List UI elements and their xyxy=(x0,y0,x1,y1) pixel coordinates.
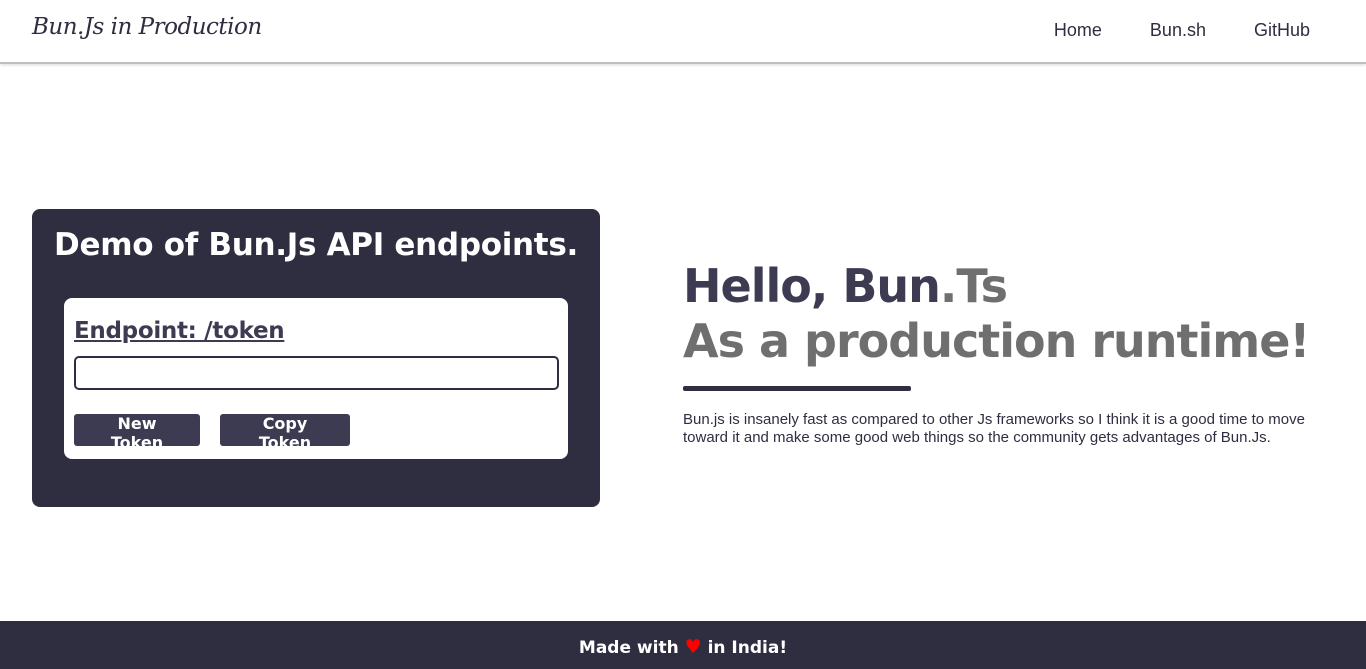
new-token-button[interactable]: New Token xyxy=(74,414,200,452)
demo-title: Demo of Bun.Js API endpoints. xyxy=(54,227,578,263)
copy-token-button[interactable]: Copy Token xyxy=(220,414,350,452)
footer-text: Made with ♥ in India! xyxy=(579,636,787,658)
hero-description: Bun.js is insanely fast as compared to o… xyxy=(683,411,1305,446)
footer-text-before: Made with xyxy=(578,638,679,658)
footer: Made with ♥ in India! xyxy=(0,621,1366,669)
nav-link-home[interactable]: Home xyxy=(1054,20,1102,41)
endpoint-panel: Endpoint: /token New Token Copy Token xyxy=(64,298,568,459)
nav-links: Home Bun.sh GitHub xyxy=(1054,20,1310,41)
nav-link-bunsh[interactable]: Bun.sh xyxy=(1150,20,1206,41)
footer-text-after: in India! xyxy=(707,638,788,658)
nav-link-github[interactable]: GitHub xyxy=(1254,20,1310,41)
demo-card: Demo of Bun.Js API endpoints. Endpoint: … xyxy=(32,209,600,507)
hero-heading-accent: .Ts xyxy=(939,259,1008,313)
hero-heading-line1: Hello, Bun.Ts xyxy=(683,258,1323,314)
token-input[interactable] xyxy=(74,356,559,390)
hero-heading-main: Hello, Bun xyxy=(683,259,941,313)
hero-divider xyxy=(683,386,911,391)
hero-section: Hello, Bun.Ts As a production runtime! B… xyxy=(683,258,1323,462)
brand-logo-text[interactable]: Bun.Js in Production xyxy=(32,14,262,40)
endpoint-label: Endpoint: /token xyxy=(74,318,285,344)
navbar: Bun.Js in Production Home Bun.sh GitHub xyxy=(0,0,1366,64)
heart-icon: ♥ xyxy=(684,636,702,658)
hero-heading-line2: As a production runtime! xyxy=(683,314,1310,368)
